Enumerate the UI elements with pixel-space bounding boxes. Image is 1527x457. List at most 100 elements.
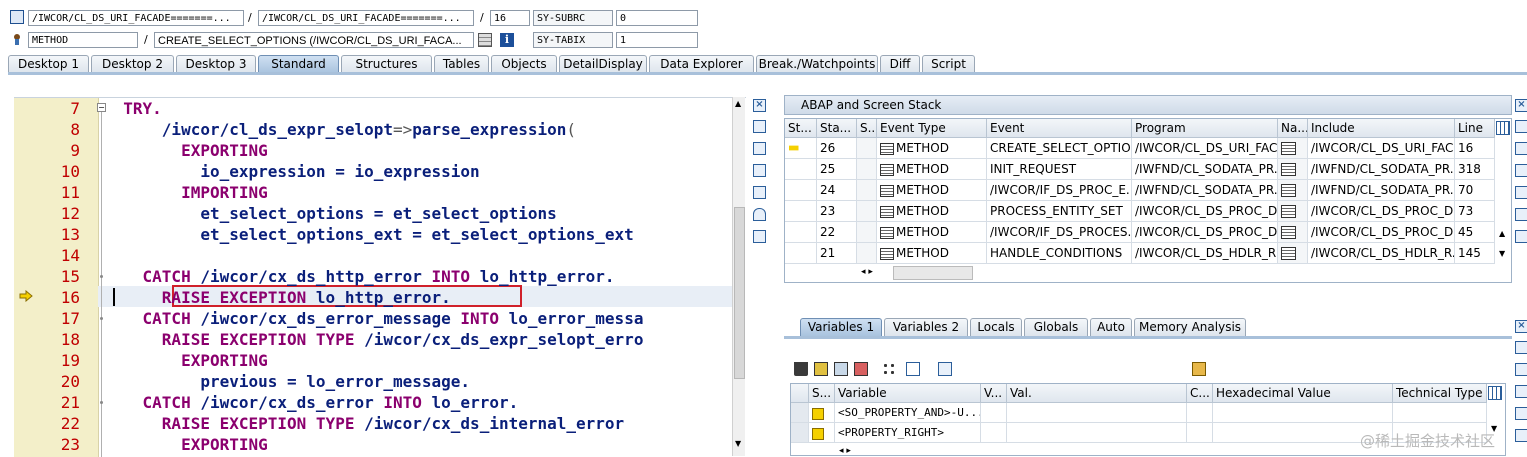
stack-cell[interactable]: 16: [1455, 138, 1495, 159]
variable-value-cell[interactable]: [1187, 423, 1213, 443]
stack-hscroll-thumb[interactable]: [893, 266, 973, 280]
program-field[interactable]: /IWCOR/CL_DS_URI_FACADE=======...: [28, 10, 244, 26]
maximize-icon[interactable]: [1515, 385, 1527, 398]
stack-cell[interactable]: /IWCOR/CL_DS_HDLR_R...: [1308, 243, 1455, 264]
stack-cell[interactable]: /IWCOR/CL_DS_URI_FAC...: [1132, 138, 1278, 159]
close-icon[interactable]: ×: [1515, 320, 1527, 333]
tab-structures[interactable]: Structures: [341, 55, 432, 73]
variables-column-header[interactable]: S...: [809, 384, 835, 403]
row-selector[interactable]: [791, 423, 809, 443]
new-window-icon[interactable]: [1515, 120, 1527, 133]
export-icon[interactable]: [854, 362, 868, 376]
stack-cell[interactable]: /IWCOR/CL_DS_PROC_D...: [1308, 222, 1455, 243]
stack-column-header[interactable]: St...: [785, 119, 817, 138]
copy-icon[interactable]: [753, 142, 766, 155]
tab-diff[interactable]: Diff: [880, 55, 920, 73]
headset-icon[interactable]: [753, 208, 766, 221]
close-icon[interactable]: ×: [1515, 99, 1527, 112]
tab-variables-1[interactable]: Variables 1: [800, 318, 882, 336]
stack-cell[interactable]: /IWFND/CL_SODATA_PR...: [1308, 159, 1455, 180]
resize-icon[interactable]: [753, 186, 766, 199]
copy-icon[interactable]: [1515, 142, 1527, 155]
editor-scrollbar[interactable]: ▲ ▼: [732, 97, 745, 456]
variable-value-cell[interactable]: [1187, 403, 1213, 423]
stack-cell[interactable]: METHOD: [877, 201, 987, 222]
new-window-icon[interactable]: [1515, 341, 1527, 354]
stack-cell[interactable]: [1278, 222, 1308, 243]
sy-subrc-value[interactable]: 0: [616, 10, 698, 26]
stack-cell[interactable]: /IWFND/CL_SODATA_PR...: [1132, 159, 1278, 180]
stack-column-header[interactable]: Line: [1455, 119, 1495, 138]
stack-cell[interactable]: [1278, 159, 1308, 180]
stack-cell[interactable]: /IWCOR/CL_DS_PROC_D...: [1132, 222, 1278, 243]
variable-value-cell[interactable]: [1393, 403, 1487, 423]
tab-objects[interactable]: Objects: [491, 55, 557, 73]
stack-column-header[interactable]: S...: [857, 119, 877, 138]
new-window-icon[interactable]: [753, 120, 766, 133]
source-editor[interactable]: − 7 TRY. 8 /iwcor/cl_ds_expr_selopt=>pars…: [14, 97, 746, 457]
tab-detaildisplay[interactable]: DetailDisplay: [559, 55, 647, 73]
stack-cell[interactable]: 70: [1455, 180, 1495, 201]
column-settings-icon[interactable]: [1488, 386, 1502, 400]
stack-cell[interactable]: 318: [1455, 159, 1495, 180]
stack-cell[interactable]: /IWCOR/CL_DS_PROC_D...: [1308, 201, 1455, 222]
navigate-icon[interactable]: [1281, 142, 1296, 155]
settings-icon[interactable]: [753, 230, 766, 243]
table-icon[interactable]: [478, 33, 492, 47]
stack-vscroll[interactable]: [1497, 141, 1509, 261]
stack-column-header[interactable]: Event: [987, 119, 1132, 138]
tab-desktop-1[interactable]: Desktop 1: [8, 55, 89, 73]
variables-column-header[interactable]: V...: [981, 384, 1007, 403]
stack-cell[interactable]: [1278, 243, 1308, 264]
stack-cell[interactable]: /IWCOR/IF_DS_PROC_E...: [987, 180, 1132, 201]
stack-column-header[interactable]: Sta...: [817, 119, 857, 138]
stack-cell[interactable]: HANDLE_CONDITIONS: [987, 243, 1132, 264]
variable-value-cell[interactable]: [1007, 403, 1187, 423]
navigate-icon[interactable]: [1281, 226, 1296, 239]
headset-icon[interactable]: [1515, 208, 1527, 221]
stack-cell[interactable]: [1278, 138, 1308, 159]
stack-column-header[interactable]: Event Type: [877, 119, 987, 138]
stack-cell[interactable]: /IWCOR/CL_DS_URI_FAC...: [1308, 138, 1455, 159]
variable-name-cell[interactable]: <SO_PROPERTY_AND>-U...: [835, 403, 981, 423]
column-settings-icon[interactable]: [1496, 121, 1510, 135]
save-icon[interactable]: [1192, 362, 1206, 376]
info-icon[interactable]: i: [500, 33, 514, 47]
stack-cell[interactable]: INIT_REQUEST: [987, 159, 1132, 180]
variables-column-header[interactable]: Val.: [1007, 384, 1187, 403]
method-field[interactable]: CREATE_SELECT_OPTIONS (/IWCOR/CL_DS_URI_…: [154, 32, 474, 48]
maximize-icon[interactable]: [753, 164, 766, 177]
stack-cell[interactable]: PROCESS_ENTITY_SET: [987, 201, 1132, 222]
stack-column-header[interactable]: Include: [1308, 119, 1455, 138]
stack-cell[interactable]: /IWCOR/CL_DS_HDLR_R...: [1132, 243, 1278, 264]
tab-auto[interactable]: Auto: [1090, 318, 1132, 336]
stack-cell[interactable]: /IWFND/CL_SODATA_PR...: [1308, 180, 1455, 201]
variables-hscroll[interactable]: ◂ ▸: [839, 446, 959, 457]
navigate-icon[interactable]: [1281, 163, 1296, 176]
load-variables-icon[interactable]: [814, 362, 828, 376]
tab-standard[interactable]: Standard: [258, 55, 339, 73]
scroll-up-icon[interactable]: ▲: [1499, 229, 1505, 238]
stack-cell[interactable]: CREATE_SELECT_OPTIO...: [987, 138, 1132, 159]
tab-locals[interactable]: Locals: [970, 318, 1022, 336]
stack-column-header[interactable]: Na...: [1278, 119, 1308, 138]
move-icon[interactable]: [906, 362, 920, 376]
variables-column-header[interactable]: Technical Type: [1393, 384, 1487, 403]
tab-data-explorer[interactable]: Data Explorer: [649, 55, 754, 73]
include-field[interactable]: /IWCOR/CL_DS_URI_FACADE=======...: [258, 10, 474, 26]
tab-script[interactable]: Script: [922, 55, 975, 73]
stack-cell[interactable]: METHOD: [877, 159, 987, 180]
navigate-icon[interactable]: [1281, 184, 1296, 197]
stack-cell[interactable]: [1278, 201, 1308, 222]
stack-cell[interactable]: METHOD: [877, 243, 987, 264]
tab-variables-2[interactable]: Variables 2: [884, 318, 968, 336]
tab-desktop-2[interactable]: Desktop 2: [91, 55, 174, 73]
save-variables-icon[interactable]: [834, 362, 848, 376]
copy-value-icon[interactable]: [938, 362, 952, 376]
navigate-icon[interactable]: [1281, 247, 1296, 260]
stack-column-header[interactable]: Program: [1132, 119, 1278, 138]
settings-icon[interactable]: [1515, 230, 1527, 243]
breakpoint-gutter[interactable]: [14, 98, 36, 457]
group-icon[interactable]: [882, 362, 896, 376]
copy-icon[interactable]: [1515, 363, 1527, 376]
